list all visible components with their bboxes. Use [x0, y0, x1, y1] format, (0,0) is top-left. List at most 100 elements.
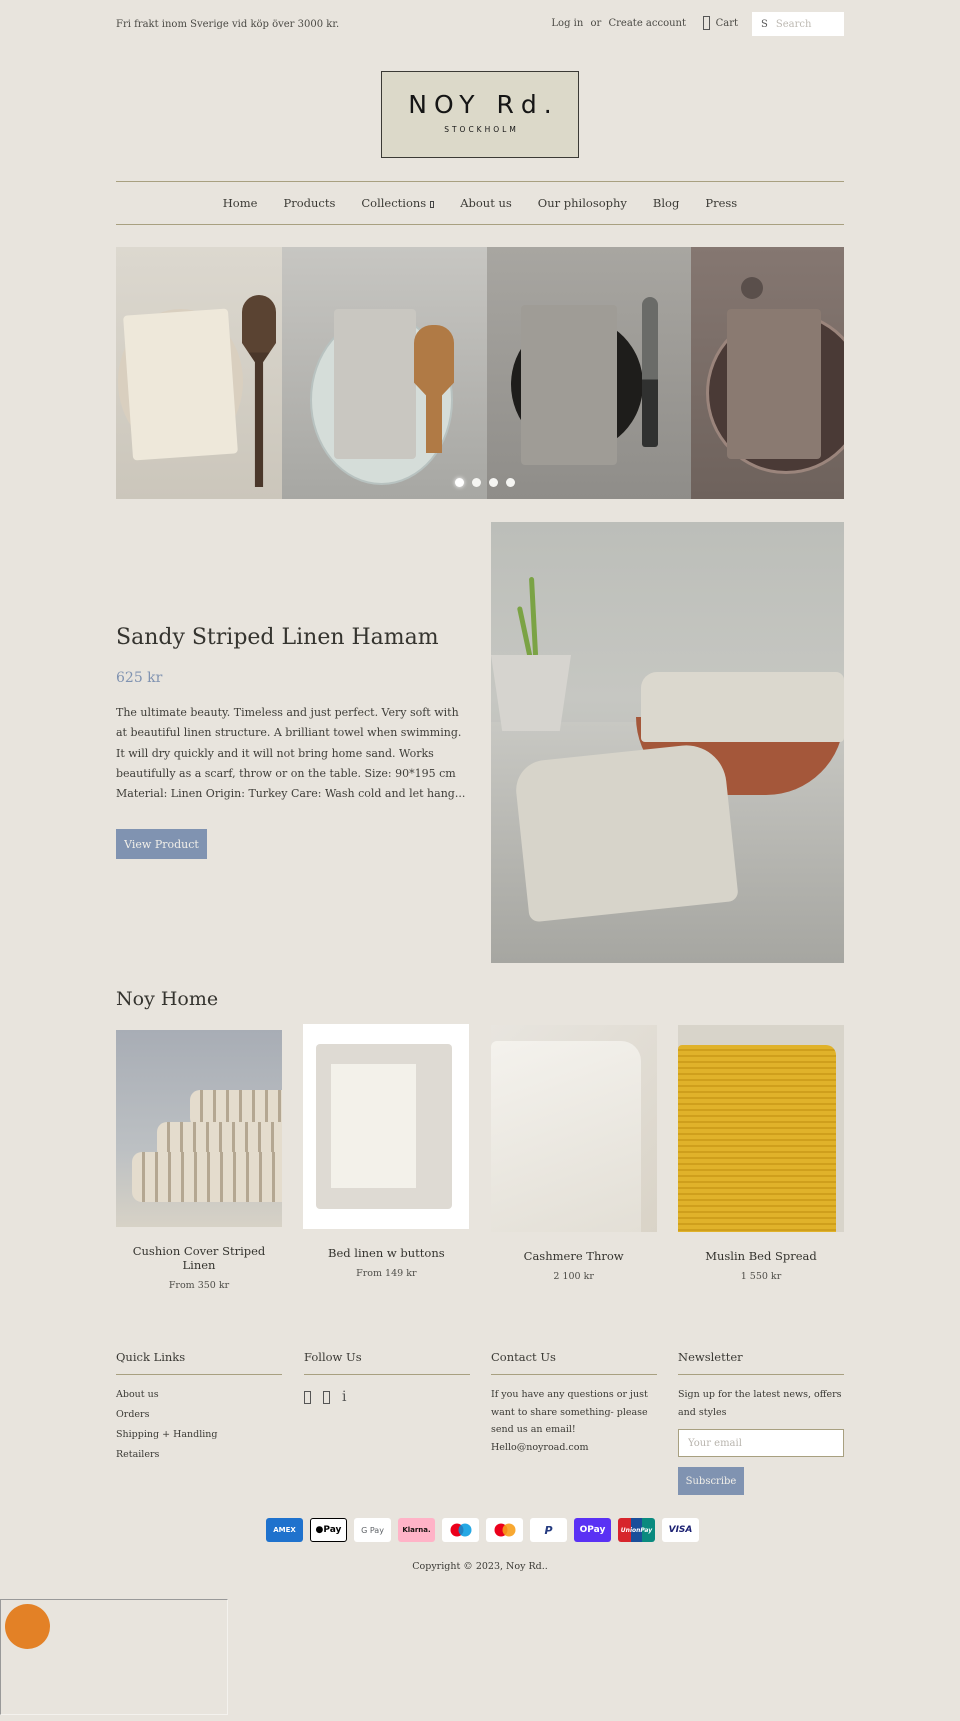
slide-image [116, 247, 282, 499]
plant-leaf-shape [528, 576, 539, 656]
nav-home[interactable]: Home [223, 196, 258, 210]
quick-links-heading: Quick Links [116, 1350, 282, 1375]
follow-us-heading: Follow Us [304, 1350, 470, 1375]
nav-collections[interactable]: Collections [361, 196, 435, 210]
apple-logo-icon: ● [315, 1525, 324, 1535]
cart-icon [702, 16, 710, 30]
floating-widget-frame [0, 1599, 228, 1715]
product-name[interactable]: Bed linen w buttons [303, 1246, 469, 1260]
copyright: Copyright © 2023, Noy Rd.. [412, 1561, 548, 1572]
mastercard-circles [494, 1523, 515, 1537]
cart-label: Cart [715, 17, 738, 29]
product-name[interactable]: Cashmere Throw [491, 1249, 657, 1263]
collection-title: Noy Home [116, 988, 219, 1010]
towel-shape [727, 309, 821, 459]
search-input[interactable] [775, 18, 836, 30]
store-logo[interactable]: NOY Rd. STOCKHOLM [381, 71, 579, 158]
create-account-link[interactable]: Create account [608, 18, 686, 29]
product-card[interactable]: Bed linen w buttons From 149 kr [303, 1024, 470, 1291]
folded-linen-shape [331, 1064, 417, 1188]
draped-towel-shape [513, 741, 739, 923]
maestro-circles [450, 1523, 471, 1537]
unionpay-icon: UnionPay [618, 1518, 655, 1542]
nav-blog[interactable]: Blog [653, 196, 679, 210]
product-price: From 149 kr [356, 1268, 417, 1279]
view-product-button[interactable]: View Product [116, 829, 207, 859]
slideshow-pagination [455, 478, 515, 487]
product-name[interactable]: Cushion Cover Striped Linen [116, 1244, 282, 1272]
featured-product-image[interactable] [491, 522, 844, 963]
cart-link[interactable]: Cart [702, 16, 738, 30]
nav-our-philosophy[interactable]: Our philosophy [538, 196, 627, 210]
free-shipping-promo: Fri frakt inom Sverige vid köp över 3000… [116, 19, 340, 30]
knife-shape [642, 297, 658, 447]
nav-about-us[interactable]: About us [460, 196, 512, 210]
footer-link-retailers[interactable]: Retailers [116, 1449, 282, 1460]
pinterest-icon[interactable]: i [342, 1389, 346, 1405]
plant-pot-shape [491, 655, 571, 731]
chevron-down-icon [430, 201, 435, 208]
maestro-icon [442, 1518, 479, 1542]
towel-shape [521, 305, 617, 465]
nav-collections-label: Collections [361, 196, 427, 210]
logo-city: STOCKHOLM [444, 125, 519, 134]
bedspread-shape [677, 1045, 836, 1232]
apple-pay-icon: ● Pay [310, 1518, 347, 1542]
featured-product-price: 625 kr [116, 670, 163, 686]
nav-press[interactable]: Press [705, 196, 737, 210]
product-image[interactable] [303, 1024, 470, 1229]
footer-link-orders[interactable]: Orders [116, 1409, 282, 1420]
amex-icon: AMEX [266, 1518, 303, 1542]
product-card[interactable]: Cashmere Throw 2 100 kr [490, 1024, 657, 1291]
product-image[interactable] [677, 1025, 844, 1232]
subscribe-button[interactable]: Subscribe [678, 1467, 744, 1495]
spoon-shape [741, 277, 763, 299]
newsletter-text: Sign up for the latest news, offers and … [678, 1389, 842, 1418]
or-separator: or [590, 18, 602, 29]
pillow-shape [132, 1152, 282, 1202]
product-name[interactable]: Muslin Bed Spread [678, 1249, 844, 1263]
spoon-shape [242, 295, 276, 487]
chat-launcher-button[interactable] [5, 1604, 50, 1649]
slide-dot[interactable] [472, 478, 481, 487]
slide-image [487, 247, 691, 499]
logo-name: NOY Rd. [408, 90, 559, 119]
login-link[interactable]: Log in [551, 18, 583, 29]
product-card[interactable]: Muslin Bed Spread 1 550 kr [677, 1024, 844, 1291]
slide-image [691, 247, 844, 499]
shop-pay-icon: OPay [574, 1518, 611, 1542]
payment-methods: AMEX ● Pay G Pay Klarna. P OPay UnionPay … [266, 1518, 699, 1542]
facebook-icon[interactable] [304, 1390, 311, 1404]
footer-link-shipping[interactable]: Shipping + Handling [116, 1429, 282, 1440]
towel-shape [123, 308, 238, 461]
plant-leaf-shape [516, 606, 533, 656]
throw-shape [490, 1041, 641, 1232]
product-image[interactable] [490, 1025, 657, 1232]
newsletter-heading: Newsletter [678, 1350, 844, 1375]
newsletter-email-input[interactable] [678, 1429, 844, 1457]
slide-dot[interactable] [455, 478, 464, 487]
nav-products[interactable]: Products [283, 196, 335, 210]
featured-product-description: The ultimate beauty. Timeless and just p… [116, 706, 466, 801]
footer-newsletter: Newsletter Sign up for the latest news, … [678, 1350, 844, 1495]
featured-product-title: Sandy Striped Linen Hamam [116, 625, 439, 650]
contact-text: If you have any questions or just want t… [491, 1389, 648, 1453]
search-icon[interactable]: S [761, 19, 768, 30]
apple-pay-label: Pay [323, 1525, 342, 1535]
instagram-icon[interactable] [323, 1390, 330, 1404]
top-bar: Fri frakt inom Sverige vid köp över 3000… [116, 0, 844, 48]
account-links: Log in or Create account [551, 18, 686, 29]
hero-slideshow[interactable] [116, 247, 844, 499]
paypal-icon: P [530, 1518, 567, 1542]
main-nav: Home Products Collections About us Our p… [116, 181, 844, 225]
slide-image [282, 247, 487, 499]
product-image[interactable] [116, 1030, 282, 1227]
product-card[interactable]: Cushion Cover Striped Linen From 350 kr [116, 1024, 282, 1291]
slide-dot[interactable] [489, 478, 498, 487]
product-price: 2 100 kr [553, 1271, 594, 1282]
product-grid: Cushion Cover Striped Linen From 350 kr … [116, 1024, 844, 1291]
search-box[interactable]: S [752, 12, 844, 36]
footer-link-about-us[interactable]: About us [116, 1389, 282, 1400]
slide-dot[interactable] [506, 478, 515, 487]
towel-shape [334, 309, 416, 459]
